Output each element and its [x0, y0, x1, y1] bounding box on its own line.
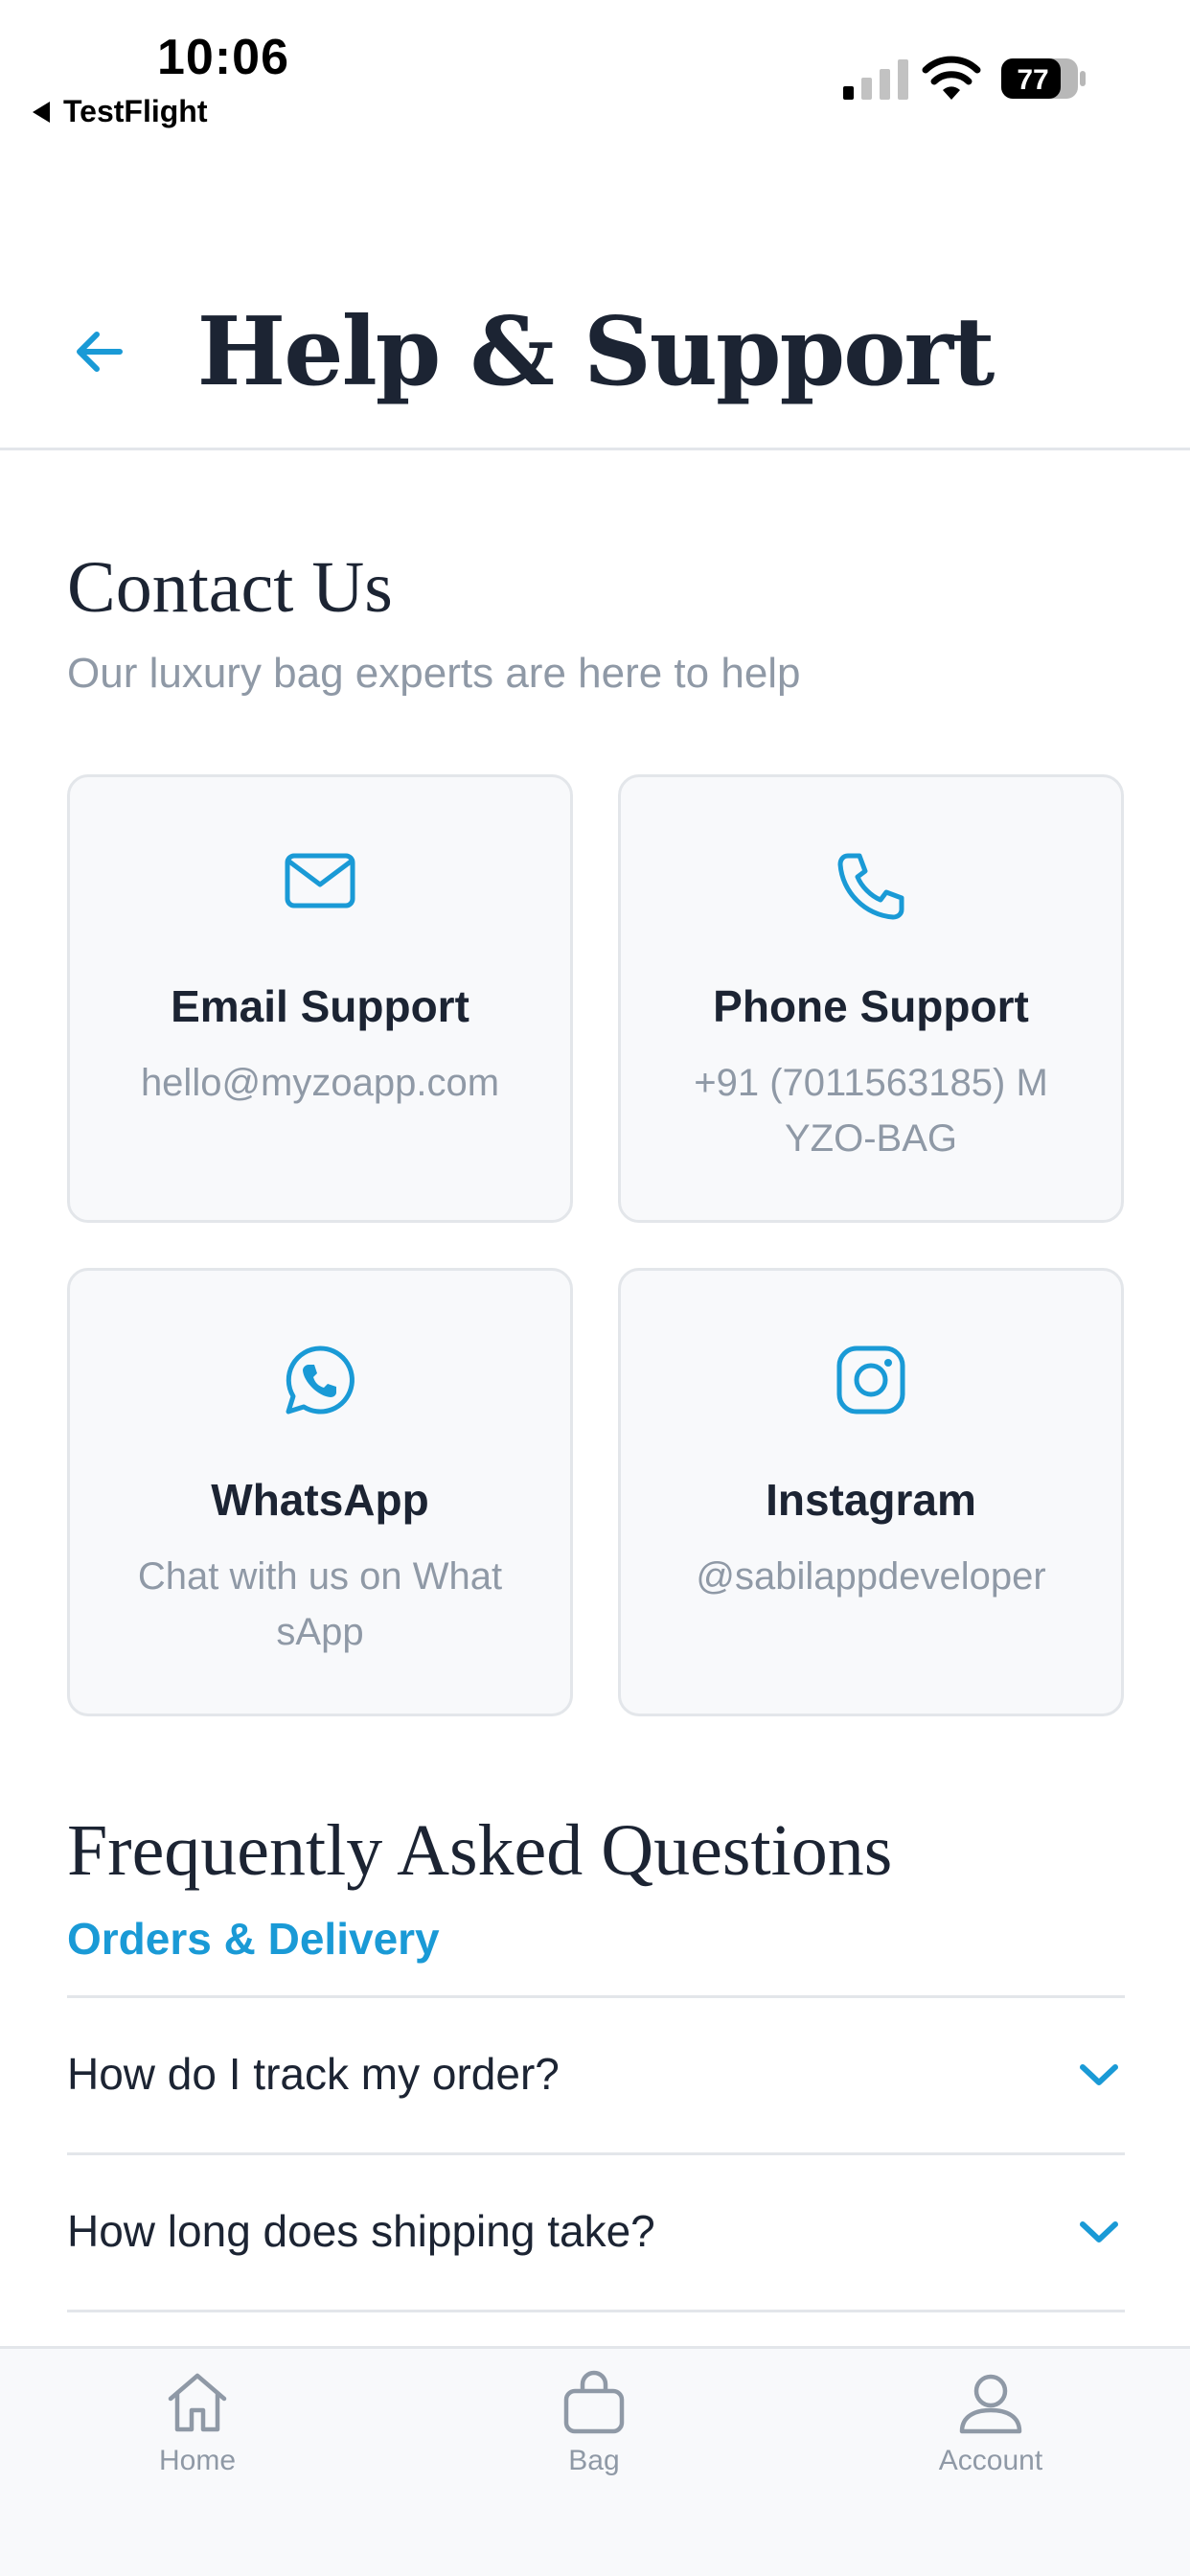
battery-icon: 77 [1001, 58, 1086, 99]
faq-category-label: Orders & Delivery [67, 1914, 440, 1964]
back-to-app-link[interactable]: TestFlight [33, 94, 208, 129]
whatsapp-icon [286, 1346, 355, 1414]
faq-section-title: Frequently Asked Questions [67, 1810, 893, 1891]
battery-level: 77 [1017, 64, 1048, 96]
chevron-down-icon [1080, 2221, 1118, 2242]
tab-home-label: Home [158, 2445, 237, 2476]
whatsapp-subtitle: Chat with us on WhatsApp [137, 1555, 503, 1653]
email-support-card[interactable]: Email Support hello@myzoapp.com [67, 774, 573, 1223]
email-support-address: hello@myzoapp.com [140, 1062, 500, 1104]
phone-support-card[interactable]: Phone Support +91 (7011563185) MYZO-BAG [618, 774, 1124, 1223]
status-time: 10:06 [157, 30, 289, 85]
whatsapp-title: WhatsApp [211, 1475, 429, 1525]
email-support-title: Email Support [171, 981, 469, 1031]
faq-divider [67, 2310, 1125, 2312]
back-triangle-icon [33, 101, 50, 123]
account-icon [959, 2374, 1022, 2434]
instagram-card[interactable]: Instagram @sabilappdeveloper [618, 1268, 1124, 1716]
tab-account-label: Account [938, 2445, 1043, 2476]
wifi-icon [922, 56, 981, 100]
faq-question: How do I track my order? [67, 2049, 560, 2099]
instagram-icon [836, 1346, 905, 1414]
page-title: Help & Support [196, 297, 995, 407]
faq-item[interactable]: How do I track my order? [67, 1995, 1125, 2152]
contact-section-title: Contact Us [67, 547, 393, 628]
phone-icon [837, 853, 904, 920]
contact-subtitle: Our luxury bag experts are here to help [67, 650, 801, 697]
bottom-tab-bar: Home Bag Account [0, 2346, 1190, 2576]
status-bar: 10:06 TestFlight 77 [0, 0, 1190, 144]
back-app-label: TestFlight [63, 94, 208, 128]
instagram-title: Instagram [766, 1475, 976, 1525]
whatsapp-card[interactable]: WhatsApp Chat with us on WhatsApp [67, 1268, 573, 1716]
faq-item[interactable]: How long does shipping take? [67, 2152, 1125, 2310]
tab-bag-label: Bag [568, 2445, 620, 2476]
instagram-handle: @sabilappdeveloper [696, 1555, 1046, 1598]
tab-bag[interactable]: Bag [489, 2368, 699, 2477]
page-header: Help & Support [0, 278, 1190, 450]
tab-home[interactable]: Home [92, 2368, 303, 2477]
phone-support-number: +91 (7011563185) MYZO-BAG [694, 1062, 1048, 1160]
phone-support-title: Phone Support [713, 981, 1029, 1031]
tab-account[interactable]: Account [885, 2368, 1096, 2477]
chevron-down-icon [1080, 2064, 1118, 2085]
faq-question: How long does shipping take? [67, 2206, 655, 2256]
bag-icon [563, 2370, 625, 2434]
cellular-signal-icon [843, 59, 908, 100]
home-icon [168, 2373, 227, 2432]
mail-icon [285, 853, 355, 908]
